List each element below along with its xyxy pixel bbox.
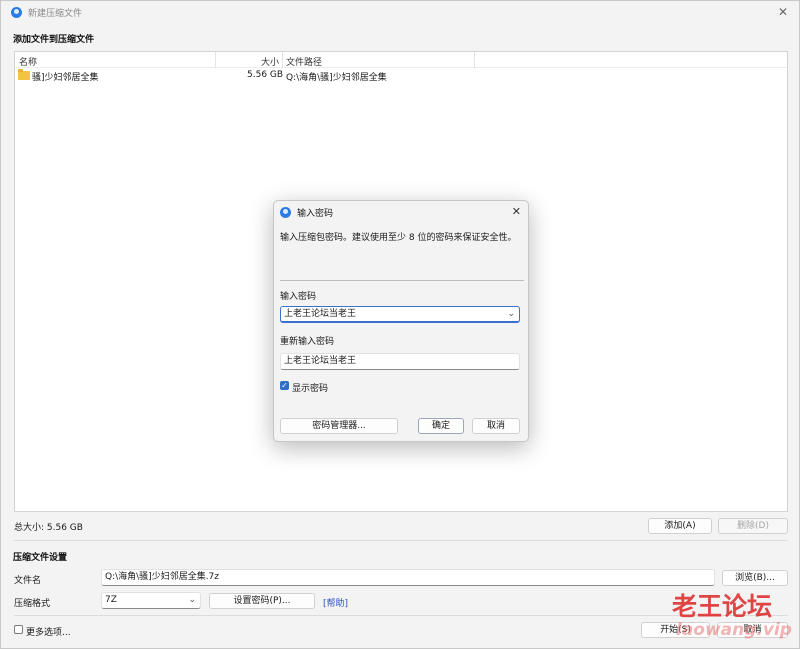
dialog-cancel-button[interactable]: 取消 (472, 418, 520, 434)
watermark-url: laowang.vip (676, 620, 792, 640)
add-button[interactable]: 添加(A) (648, 518, 712, 534)
password-label: 输入密码 (280, 292, 317, 302)
remove-button[interactable]: 删除(D) (718, 518, 788, 534)
files-section-title: 添加文件到压缩文件 (13, 35, 95, 45)
format-label: 压缩格式 (14, 599, 51, 609)
table-row[interactable]: 骚]少妇邻居全集 5.56 GB Q:\海角\骚]少妇邻居全集 (15, 69, 787, 84)
browse-button[interactable]: 浏览(B)... (722, 570, 788, 586)
row-path: Q:\海角\骚]少妇邻居全集 (286, 73, 387, 83)
password-input[interactable]: 上老王论坛当老王 ⌄ (280, 306, 520, 323)
column-header-size[interactable]: 大小 (261, 55, 279, 68)
window-title: 新建压缩文件 (28, 8, 83, 19)
close-icon[interactable]: ✕ (512, 205, 521, 218)
divider (280, 280, 524, 281)
format-select[interactable]: 7Z ⌄ (101, 592, 201, 609)
column-divider[interactable] (215, 52, 216, 68)
filename-label: 文件名 (14, 576, 42, 586)
total-size: 总大小: 5.56 GB (14, 523, 83, 533)
dialog-title-bar: 输入密码 (280, 206, 333, 219)
title-bar: 新建压缩文件 ✕ (1, 1, 799, 23)
watermark-text: 老王论坛 (672, 592, 773, 621)
dialog-title: 输入密码 (297, 209, 334, 219)
folder-icon (18, 69, 30, 80)
more-options-label[interactable]: 更多选项... (26, 625, 71, 638)
filename-input[interactable]: Q:\海角\骚]少妇邻居全集.7z (101, 569, 715, 586)
dialog-description: 输入压缩包密码。建议使用至少 8 位的密码来保证安全性。 (280, 233, 517, 243)
chevron-down-icon[interactable]: ⌄ (507, 307, 515, 322)
app-icon (280, 207, 291, 218)
chevron-down-icon: ⌄ (188, 595, 196, 605)
confirm-password-label: 重新输入密码 (280, 337, 335, 347)
close-icon[interactable]: ✕ (775, 4, 791, 20)
column-header-path[interactable]: 文件路径 (286, 55, 322, 68)
column-header-name[interactable]: 名称 (19, 55, 37, 68)
settings-title: 压缩文件设置 (13, 553, 68, 563)
table-header: 名称 大小 文件路径 (15, 52, 787, 68)
row-size: 5.56 GB (247, 70, 284, 80)
row-name: 骚]少妇邻居全集 (32, 73, 99, 83)
password-value: 上老王论坛当老王 (284, 309, 357, 319)
show-password-checkbox[interactable]: ✓ (280, 381, 289, 390)
column-divider[interactable] (282, 52, 283, 68)
show-password-label[interactable]: 显示密码 (292, 381, 328, 394)
set-password-button[interactable]: 设置密码(P)... (209, 593, 315, 609)
format-value: 7Z (105, 595, 117, 605)
ok-button[interactable]: 确定 (418, 418, 464, 434)
app-icon (11, 6, 22, 18)
password-dialog: 输入密码 ✕ 输入压缩包密码。建议使用至少 8 位的密码来保证安全性。 输入密码… (273, 200, 529, 442)
divider (14, 540, 788, 541)
help-link[interactable]: [帮助] (323, 596, 348, 609)
more-options-checkbox[interactable] (14, 625, 23, 634)
column-divider[interactable] (474, 52, 475, 68)
password-manager-button[interactable]: 密码管理器... (280, 418, 398, 434)
confirm-password-input[interactable]: 上老王论坛当老王 (280, 353, 520, 370)
